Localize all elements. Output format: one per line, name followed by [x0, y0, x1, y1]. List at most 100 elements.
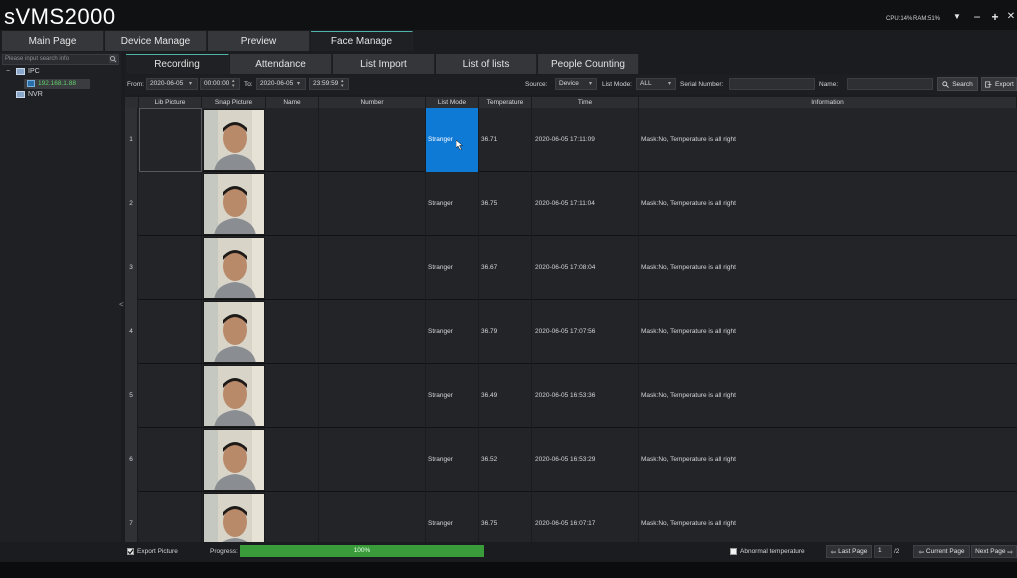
- list-mode-dropdown-icon[interactable]: ▾: [668, 80, 671, 87]
- export-button[interactable]: Export: [981, 77, 1017, 91]
- search-button[interactable]: Search: [937, 77, 978, 91]
- row-index: 7: [125, 492, 138, 542]
- progress-percentage: 100%: [353, 547, 371, 554]
- tree-item-nvr[interactable]: NVR: [28, 91, 43, 98]
- time-cell: 2020-06-05 17:11:09: [532, 108, 639, 172]
- tab-preview[interactable]: Preview: [208, 31, 310, 51]
- export-button-label: Export: [995, 80, 1014, 88]
- dropdown-menu-icon[interactable]: ▼: [951, 11, 963, 23]
- lib-picture-cell: [139, 236, 202, 300]
- column-header-list-mode[interactable]: List Mode: [426, 97, 479, 108]
- row-index: 6: [125, 428, 138, 492]
- row-index: 1: [125, 108, 138, 172]
- maximize-icon[interactable]: +: [989, 11, 1001, 23]
- time-cell: 2020-06-05 17:11:04: [532, 172, 639, 236]
- row-index: 5: [125, 364, 138, 428]
- search-icon: [942, 80, 950, 88]
- column-header-time[interactable]: Time: [532, 97, 639, 108]
- tree-expander-icon[interactable]: −: [6, 68, 10, 75]
- next-page-button[interactable]: Next Page ⇨: [971, 545, 1017, 558]
- os-taskbar: [0, 562, 1017, 578]
- tab-list-of-lists[interactable]: List of lists: [436, 54, 537, 74]
- device-tree-panel: [0, 52, 121, 542]
- list-mode-cell[interactable]: Stranger: [426, 172, 479, 236]
- from-date-dropdown-icon[interactable]: ▾: [189, 80, 192, 87]
- from-time-stepper-icon[interactable]: ▴ ▾: [232, 79, 235, 89]
- snap-picture[interactable]: [203, 173, 265, 235]
- to-date-dropdown-icon[interactable]: ▾: [297, 80, 300, 87]
- tab-face-manage[interactable]: Face Manage: [311, 31, 413, 51]
- current-page-label: Current Page: [925, 548, 965, 555]
- temperature-cell: 36.52: [479, 428, 532, 492]
- close-icon[interactable]: ✕: [1005, 11, 1017, 23]
- time-cell: 2020-06-05 16:53:29: [532, 428, 639, 492]
- tab-device-manage[interactable]: Device Manage: [105, 31, 207, 51]
- temperature-cell: 36.79: [479, 300, 532, 364]
- tab-main-page[interactable]: Main Page: [2, 31, 104, 51]
- table-row[interactable]: 4 Stranger 36.79 2020-06-05 17:07:56 Mas…: [125, 300, 1017, 364]
- table-row[interactable]: 6 Stranger 36.52 2020-06-05 16:53:29 Mas…: [125, 428, 1017, 492]
- snap-picture[interactable]: [203, 109, 265, 171]
- abnormal-temperature-checkbox[interactable]: [730, 548, 737, 555]
- column-header-information[interactable]: Information: [639, 97, 1017, 108]
- tab-recording[interactable]: Recording: [126, 54, 229, 74]
- information-cell: Mask:No, Temperature is all right: [641, 456, 736, 463]
- snap-picture[interactable]: [203, 301, 265, 363]
- last-page-button[interactable]: ⇦ Last Page: [826, 545, 872, 558]
- temperature-cell: 36.75: [479, 172, 532, 236]
- name-input[interactable]: [847, 78, 933, 90]
- tree-item-ip-camera[interactable]: 192.168.1.88: [38, 80, 76, 87]
- list-mode-cell[interactable]: Stranger: [426, 364, 479, 428]
- minimize-icon[interactable]: −: [971, 11, 983, 23]
- number-cell: [319, 172, 426, 236]
- snap-picture[interactable]: [203, 237, 265, 299]
- information-cell: Mask:No, Temperature is all right: [641, 200, 736, 207]
- temperature-cell: 36.71: [479, 108, 532, 172]
- list-mode-cell[interactable]: Stranger: [426, 428, 479, 492]
- search-icon[interactable]: [109, 55, 117, 63]
- list-mode-cell[interactable]: Stranger: [426, 492, 479, 542]
- name-cell: [266, 492, 319, 542]
- list-mode-cell[interactable]: Stranger: [426, 300, 479, 364]
- temperature-cell: 36.49: [479, 364, 532, 428]
- snap-picture[interactable]: [203, 493, 265, 542]
- name-cell: [266, 172, 319, 236]
- table-row[interactable]: 3 Stranger 36.67 2020-06-05 17:08:04 Mas…: [125, 236, 1017, 300]
- table-row[interactable]: 2 Stranger 36.75 2020-06-05 17:11:04 Mas…: [125, 172, 1017, 236]
- table-row[interactable]: 7 Stranger 36.75 2020-06-05 16:07:17 Mas…: [125, 492, 1017, 542]
- number-cell: [319, 108, 426, 172]
- to-time-stepper-icon[interactable]: ▴ ▾: [341, 79, 344, 89]
- lib-picture-cell: [139, 492, 202, 542]
- list-mode-cell[interactable]: Stranger: [426, 236, 479, 300]
- table-row[interactable]: 1 Stranger 36.71 2020-06-05 17:11:09 Mas…: [125, 108, 1017, 172]
- snap-picture[interactable]: [203, 365, 265, 427]
- information-cell: Mask:No, Temperature is all right: [641, 136, 736, 143]
- name-cell: [266, 428, 319, 492]
- column-header-lib-picture[interactable]: Lib Picture: [139, 97, 202, 108]
- number-cell: [319, 428, 426, 492]
- export-picture-label: Export Picture: [137, 548, 178, 555]
- current-page-button[interactable]: ⇦ Current Page: [913, 545, 970, 558]
- source-dropdown-icon[interactable]: ▾: [589, 80, 592, 87]
- table-row[interactable]: 5 Stranger 36.49 2020-06-05 16:53:36 Mas…: [125, 364, 1017, 428]
- export-picture-checkbox[interactable]: [127, 548, 134, 555]
- temperature-cell: 36.67: [479, 236, 532, 300]
- page-number-input[interactable]: 1: [874, 545, 892, 558]
- time-cell: 2020-06-05 16:53:36: [532, 364, 639, 428]
- lib-picture-cell: [139, 172, 202, 236]
- snap-picture[interactable]: [203, 429, 265, 491]
- column-header-name[interactable]: Name: [266, 97, 319, 108]
- serial-number-label: Serial Number:: [680, 81, 724, 88]
- column-header-snap-picture[interactable]: Snap Picture: [202, 97, 266, 108]
- column-header-temperature[interactable]: Temperature: [479, 97, 532, 108]
- column-header-number[interactable]: Number: [319, 97, 426, 108]
- lib-picture-cell: [139, 300, 202, 364]
- nvr-folder-icon: [16, 91, 25, 98]
- list-mode-cell[interactable]: Stranger: [426, 108, 479, 172]
- tab-attendance[interactable]: Attendance: [230, 54, 332, 74]
- tree-item-ipc[interactable]: IPC: [28, 68, 40, 75]
- tab-list-import[interactable]: List Import: [333, 54, 435, 74]
- information-cell: Mask:No, Temperature is all right: [641, 264, 736, 271]
- serial-number-input[interactable]: [729, 78, 815, 90]
- tab-people-counting[interactable]: People Counting: [538, 54, 639, 74]
